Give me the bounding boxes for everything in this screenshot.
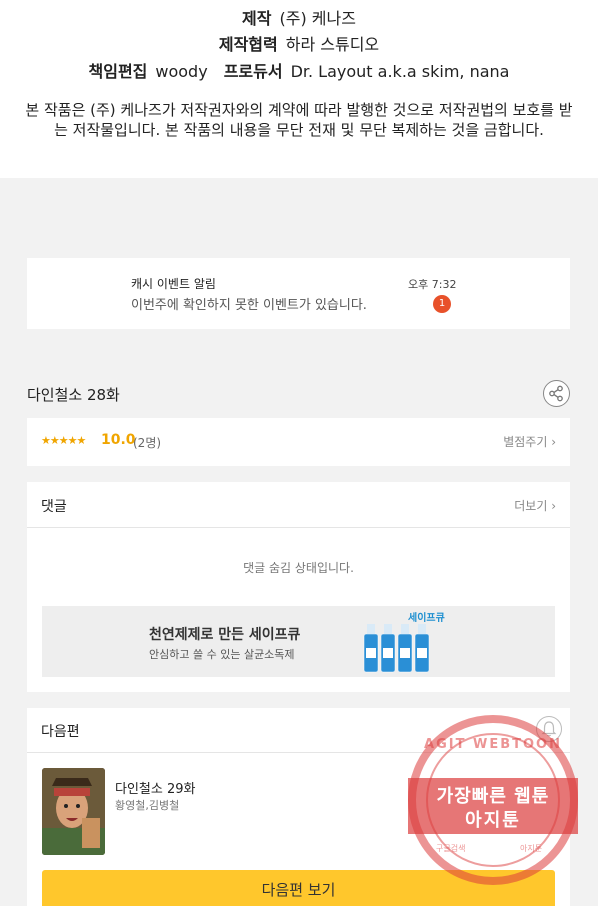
credits-section: 제작 (주) 케나즈 제작협력 하라 스튜디오 책임편집 woody 프로듀서 Dr. L… xyxy=(0,0,598,178)
notification-badge: 1 xyxy=(433,295,451,313)
watermark-line1: 가장빠른 웹툰 xyxy=(436,786,550,807)
watermark-bottom-right: 아지툰 xyxy=(520,844,543,853)
rating-score: 10.0 xyxy=(101,432,136,448)
credit-staff: 책임편집 woody 프로듀서 Dr. Layout a.k.a skim, nana xyxy=(0,58,598,82)
copyright-notice: 본 작품은 (주) 케나즈가 저작권자와의 계약에 따라 발행한 것으로 저작권… xyxy=(25,101,573,139)
watermark-line2: 아지툰 xyxy=(465,810,521,831)
credit-cooperation-label: 제작협력 xyxy=(218,35,278,54)
credit-producer-value: Dr. Layout a.k.a skim, nana xyxy=(290,62,510,81)
rating-card: ★★★★★ 10.0 (2명) 별점주기 › xyxy=(27,418,570,466)
share-icon xyxy=(549,385,563,402)
ad-title: 천연제제로 만든 세이프큐 xyxy=(149,627,301,643)
credit-production-value: (주) 케나즈 xyxy=(279,9,356,28)
episode-title: 다인철소 28화 xyxy=(27,386,120,404)
cash-event-notification[interactable]: 캐시 이벤트 알림 이번주에 확인하지 못한 이벤트가 있습니다. 오후 7:3… xyxy=(27,258,570,329)
share-button[interactable] xyxy=(543,380,570,407)
ad-banner[interactable]: 천연제제로 만든 세이프큐 안심하고 쓸 수 있는 살균소독제 세이프큐 xyxy=(42,606,555,677)
credit-editor-value: woody xyxy=(155,62,208,81)
next-episode-heading: 다음편 xyxy=(41,724,80,740)
watermark-band: 가장빠른 웹툰 아지툰 xyxy=(408,778,578,834)
notification-message: 이번주에 확인하지 못한 이벤트가 있습니다. xyxy=(131,298,367,313)
comments-more-button[interactable]: 더보기 › xyxy=(514,497,556,514)
watermark-bottom-left: 구글검색 xyxy=(436,844,466,853)
credit-production-label: 제작 xyxy=(242,9,272,28)
watermark-top-text: AGIT WEBTOON xyxy=(424,737,562,752)
next-episode-authors: 황영철,김병철 xyxy=(115,799,180,812)
notification-title: 캐시 이벤트 알림 xyxy=(131,277,216,291)
next-episode-thumbnail[interactable] xyxy=(42,768,105,855)
next-episode-title[interactable]: 다인철소 29화 xyxy=(115,778,195,797)
notification-time: 오후 7:32 xyxy=(408,278,457,291)
credit-producer-label: 프로듀서 xyxy=(223,62,283,81)
sanitizer-bottles-image xyxy=(363,624,430,673)
credit-cooperation: 제작협력 하라 스튜디오 xyxy=(0,31,598,55)
credit-editor-label: 책임편집 xyxy=(88,62,148,81)
watermark-stamp: AGIT WEBTOON 가장빠른 웹툰 아지툰 구글검색 아지툰 xyxy=(408,715,578,885)
rate-button[interactable]: 별점주기 › xyxy=(503,433,556,450)
comments-section: 댓글 더보기 › 댓글 숨김 상태입니다. 천연제제로 만든 세이프큐 안심하고… xyxy=(27,482,570,692)
credit-production: 제작 (주) 케나즈 xyxy=(0,5,598,29)
comments-divider xyxy=(27,527,570,528)
rating-count: (2명) xyxy=(133,436,162,450)
comments-heading: 댓글 xyxy=(41,499,67,515)
comments-hidden-message: 댓글 숨김 상태입니다. xyxy=(243,561,354,575)
credit-cooperation-value: 하라 스튜디오 xyxy=(285,35,380,54)
rating-stars: ★★★★★ xyxy=(41,434,86,447)
ad-subtitle: 안심하고 쓸 수 있는 살균소독제 xyxy=(149,648,295,661)
